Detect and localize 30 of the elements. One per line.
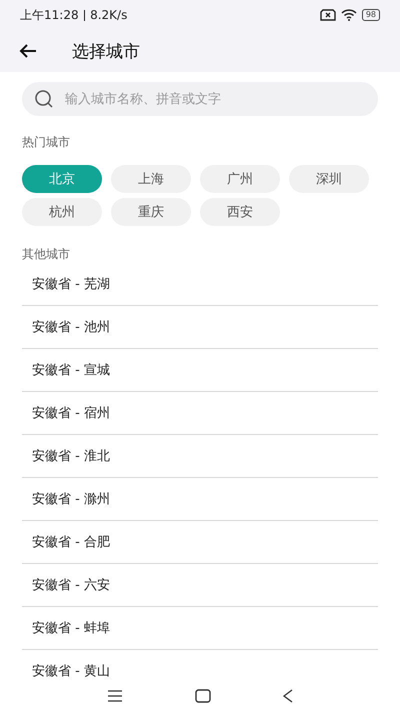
city-chip[interactable]: 西安 [200,198,280,226]
home-icon[interactable] [195,689,211,703]
menu-icon[interactable] [107,690,123,702]
city-item[interactable]: 安徽省 - 宿州 [32,404,110,422]
city-chip[interactable]: 深圳 [289,165,369,193]
city-chip[interactable]: 杭州 [22,198,102,226]
status-time: 上午11:28 [20,6,79,24]
city-chip[interactable]: 重庆 [111,198,191,226]
city-item[interactable]: 安徽省 - 蚌埠 [32,619,110,637]
section-heading: 热门城市 [22,134,70,151]
city-item[interactable]: 安徽省 - 池州 [32,318,110,336]
city-item[interactable]: 安徽省 - 芜湖 [32,275,110,293]
city-chip[interactable]: 上海 [111,165,191,193]
city-item[interactable]: 安徽省 - 宣城 [32,361,110,379]
back-arrow-icon[interactable] [18,43,38,59]
battery-level: 98 [362,9,380,21]
network-speed: 8.2K/s [90,8,128,22]
city-item[interactable]: 安徽省 - 合肥 [32,533,110,551]
city-item[interactable]: 安徽省 - 淮北 [32,447,110,465]
search-field[interactable]: 输入城市名称、拼音或文字 [22,82,378,116]
back-icon[interactable] [283,689,293,703]
separator-bar [84,10,86,20]
page-title: 选择城市 [72,40,140,62]
city-item[interactable]: 安徽省 - 黄山 [32,662,110,680]
section-heading: 其他城市 [22,246,70,263]
wifi-icon [340,9,357,21]
no-sim-icon [320,9,336,21]
city-item[interactable]: 安徽省 - 滁州 [32,490,110,508]
city-chip[interactable]: 广州 [200,165,280,193]
city-item[interactable]: 安徽省 - 六安 [32,576,110,594]
